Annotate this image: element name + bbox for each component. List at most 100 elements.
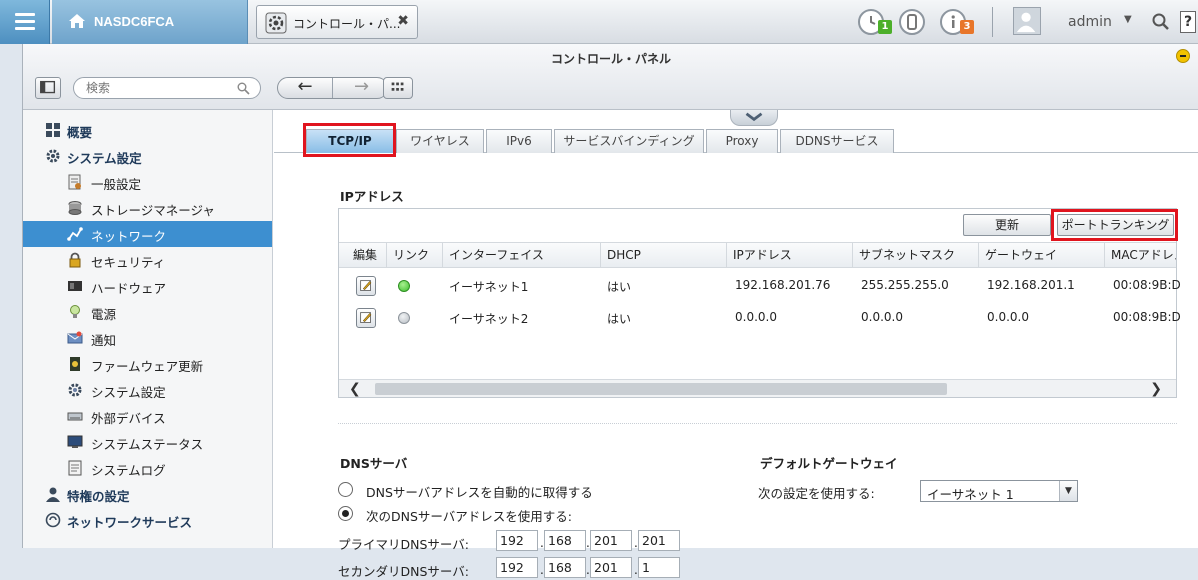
general-settings-icon [68,174,81,190]
column-header[interactable]: 編集 [339,243,387,267]
default-gateway-label: 次の設定を使用する: [758,486,875,501]
history-navigation: ← → [277,77,388,99]
tab-service-binding[interactable]: サービスバインディング [554,129,704,153]
sidebar-item-label: ファームウェア更新 [91,359,204,374]
select-value: イーサネット 1 [927,487,1014,502]
refresh-button[interactable]: 更新 [963,214,1051,236]
table-row: イーサネット1 はい 192.168.201.76 255.255.255.0 … [339,270,1181,302]
sidebar-item-system-settings[interactable]: システム設定 [23,377,272,403]
sidebar-item-label: システムログ [91,463,166,478]
default-gateway-title: デフォルトゲートウェイ [760,456,898,471]
subnet-cell: 255.255.255.0 [861,278,949,292]
tab-ipv6[interactable]: IPv6 [486,129,552,153]
sidebar-item-security[interactable]: セキュリティ [23,247,272,273]
sidebar-item-label: ネットワークサービス [67,515,193,530]
column-header[interactable]: ゲートウェイ [979,243,1105,267]
section-divider [338,423,1177,424]
secondary-dns-octet-2[interactable]: 168 [544,557,586,578]
column-header[interactable]: インターフェイス [443,243,601,267]
tab-ddns[interactable]: DDNSサービス [780,129,894,153]
tasks-badge: 1 [878,20,892,34]
apps-grid-button[interactable] [383,77,413,99]
sidebar-item-network-services[interactable]: ネットワークサービス [23,507,272,533]
scroll-left-icon[interactable]: ❮ [349,381,361,397]
default-gateway-select[interactable]: イーサネット 1 ▼ [920,480,1078,502]
horizontal-scrollbar[interactable]: ❮ ❯ [339,379,1176,397]
sidebar-item-label: 通知 [91,333,117,348]
column-header[interactable]: サブネットマスク [853,243,979,267]
back-button[interactable]: ← [278,78,333,98]
scrollbar-thumb[interactable] [375,383,947,395]
column-header[interactable]: リンク [387,243,443,267]
sidebar-item-label: 概要 [67,125,93,140]
home-tab[interactable]: NASDC6FCA [52,0,248,44]
scroll-right-icon[interactable]: ❯ [1150,381,1162,397]
table-header: 編集 リンク インターフェイス DHCP IPアドレス サブネットマスク ゲート… [339,242,1176,268]
help-icon[interactable]: ? [1180,11,1196,33]
secondary-dns-octet-3[interactable]: 201 [590,557,632,578]
control-panel-window: コントロール・パネル ← → 概要 システム設 [22,44,1198,579]
search-input-box[interactable] [86,81,226,95]
sidebar-item-label: セキュリティ [91,255,166,270]
sidebar-item-label: ハードウェア [91,281,167,296]
sidebar-item-network[interactable]: ネットワーク [23,221,272,247]
external-device-status-icon[interactable] [899,9,925,35]
toolbar-divider [992,7,993,37]
column-header[interactable]: MACアドレス [1105,243,1176,267]
sidebar-item-system-status[interactable]: システムステータス [23,429,272,455]
secondary-dns-octet-1[interactable]: 192 [496,557,538,578]
secondary-dns-octet-4[interactable]: 1 [638,557,680,578]
sidebar-item-label: 電源 [91,307,117,322]
app-tab-label: コントロール・パ... [293,17,401,31]
lock-icon [69,252,81,268]
sidebar-item-notification[interactable]: 通知 [23,325,272,351]
sidebar-item-system-settings-group[interactable]: システム設定 [23,143,272,169]
avatar[interactable] [1013,7,1041,35]
radio-label: 次のDNSサーバアドレスを使用する: [366,509,572,524]
radio-label: DNSサーバアドレスを自動的に取得する [366,485,593,500]
table-row: イーサネット2 はい 0.0.0.0 0.0.0.0 0.0.0.0 00:08… [339,302,1181,334]
sidebar-item-hardware[interactable]: ハードウェア [23,273,272,299]
sidebar-item-firmware[interactable]: ファームウェア更新 [23,351,272,377]
home-icon [69,14,85,28]
sidebar-item-system-log[interactable]: システムログ [23,455,272,481]
log-icon [68,460,82,476]
sidebar-item-overview[interactable]: 概要 [23,117,272,143]
radio-dns-auto[interactable] [338,482,353,497]
collapse-toggle[interactable] [730,110,778,126]
tab-wireless[interactable]: ワイヤレス [396,129,484,153]
gateway-cell: 192.168.201.1 [987,278,1075,292]
search-icon[interactable] [1151,12,1171,32]
minimize-icon[interactable] [1176,49,1190,63]
interface-cell: イーサネット2 [449,312,529,326]
sidebar-item-general[interactable]: 一般設定 [23,169,272,195]
column-header[interactable]: DHCP [601,243,727,267]
sidebar-item-external-devices[interactable]: 外部デバイス [23,403,272,429]
control-panel-app-tab[interactable]: コントロール・パ... ✖ [256,5,418,39]
power-bulb-icon [70,305,80,318]
forward-button[interactable]: → [334,78,387,98]
edit-button[interactable] [356,308,376,328]
sidebar-item-power[interactable]: 電源 [23,299,272,325]
sidebar-item-label: 一般設定 [91,177,142,192]
main-menu-button[interactable] [0,0,50,44]
user-name[interactable]: admin [1068,14,1112,30]
ip-cell: 192.168.201.76 [735,278,831,292]
chevron-down-icon[interactable]: ▼ [1124,14,1132,25]
secondary-dns-label: セカンダリDNSサーバ: [338,564,469,579]
chevron-down-icon[interactable]: ▼ [1059,481,1077,501]
close-icon[interactable]: ✖ [397,13,409,29]
tab-proxy[interactable]: Proxy [706,129,778,153]
notification-icon [67,331,83,344]
radio-dns-manual[interactable] [338,506,353,521]
external-device-icon [67,412,83,421]
ip-address-panel: 更新 ポートトランキング 編集 リンク インターフェイス DHCP IPアドレス… [338,208,1181,398]
search-input[interactable] [73,77,261,99]
column-header[interactable]: IPアドレス [727,243,853,267]
edit-button[interactable] [356,276,376,296]
sidebar-item-label: システム設定 [91,385,166,400]
toggle-sidebar-button[interactable] [35,77,61,99]
sidebar-item-privilege[interactable]: 特権の設定 [23,481,272,507]
mac-cell: 00:08:9B:D [1113,278,1181,292]
sidebar-item-storage[interactable]: ストレージマネージャ [23,195,272,221]
